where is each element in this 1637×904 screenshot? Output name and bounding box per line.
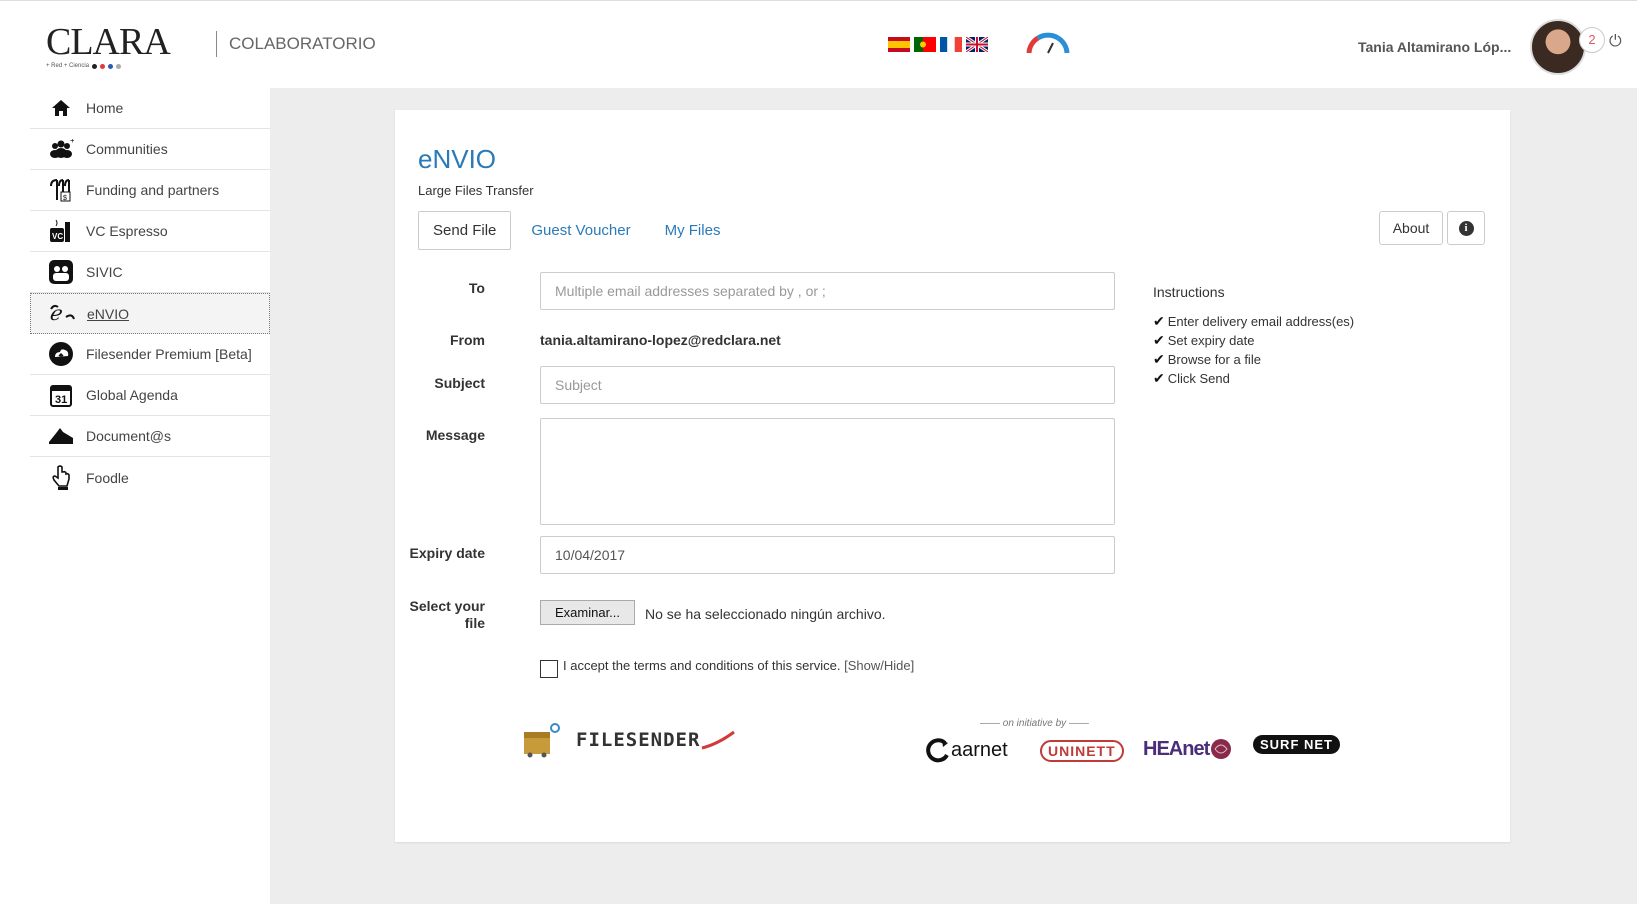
svg-text:+: + [70, 139, 74, 145]
surfnet-logo: SURF NET [1253, 735, 1340, 754]
top-header: CLARA + Red + Ciencia COLABORATORIO Tani… [0, 0, 1637, 88]
sidebar-item-foodle[interactable]: Foodle [30, 457, 270, 498]
instruction-item: ✔ Set expiry date [1153, 332, 1255, 348]
initiative-caption: —— on initiative by —— [980, 718, 1089, 729]
to-label: To [468, 280, 485, 296]
redclara-logo[interactable]: CLARA + Red + Ciencia [46, 23, 186, 73]
sidebar-item-home[interactable]: Home [30, 88, 270, 129]
instruction-item: ✔ Browse for a file [1153, 351, 1261, 367]
filesender-logo: FILESENDER [522, 722, 736, 758]
sidebar-item-envio[interactable]: ℯ eNVIO [30, 293, 270, 334]
message-textarea[interactable] [540, 418, 1115, 525]
svg-text:31: 31 [55, 394, 67, 406]
tab-guest-voucher[interactable]: Guest Voucher [517, 211, 644, 250]
calendar-icon: 31 [46, 382, 76, 408]
svg-text:$: $ [63, 195, 67, 202]
sivic-icon [46, 259, 76, 285]
sidebar-item-filesender-premium[interactable]: Filesender Premium [Beta] [30, 334, 270, 375]
filesender-box-icon [524, 723, 560, 758]
envio-panel: eNVIO Large Files Transfer Send File Gue… [395, 110, 1510, 842]
sidebar-nav: Home + Communities $ Funding and partner… [30, 88, 270, 498]
sidebar-item-documents[interactable]: Document@s [30, 416, 270, 457]
notification-badge[interactable]: 2 [1579, 27, 1605, 53]
page-title: eNVIO [418, 144, 497, 174]
check-icon: ✔ [1153, 332, 1165, 348]
hand-pointer-icon [46, 464, 76, 491]
no-file-text: No se ha seleccionado ningún archivo. [645, 606, 886, 622]
check-icon: ✔ [1153, 313, 1165, 329]
instructions-title: Instructions [1153, 284, 1225, 300]
home-icon [46, 95, 76, 121]
vc-espresso-icon: VC [46, 218, 76, 244]
svg-text:VC: VC [52, 232, 63, 241]
subject-label: Subject [434, 375, 485, 391]
spain-flag-icon[interactable] [888, 37, 910, 52]
sidebar-item-vc-espresso[interactable]: VC VC Espresso [30, 211, 270, 252]
browse-file-button[interactable]: Examinar... [540, 600, 635, 625]
logo-text: CLARA [46, 21, 171, 63]
message-label: Message [425, 427, 485, 443]
uk-flag-icon[interactable] [966, 37, 988, 52]
sidebar-item-communities[interactable]: + Communities [30, 129, 270, 170]
logo-subtext: + Red + Ciencia [46, 63, 90, 69]
user-name[interactable]: Tania Altamirano Lóp... [1358, 39, 1511, 55]
tab-my-files[interactable]: My Files [651, 211, 735, 250]
documents-icon [46, 423, 76, 449]
subject-input[interactable] [540, 366, 1115, 404]
france-flag-icon[interactable] [940, 37, 962, 52]
info-icon: i [1458, 220, 1474, 236]
sidebar-item-funding[interactable]: $ Funding and partners [30, 170, 270, 211]
filesender-icon [46, 341, 76, 367]
users-icon: + [46, 136, 76, 162]
to-input[interactable] [540, 272, 1115, 310]
terms-text: I accept the terms and conditions of thi… [563, 658, 915, 673]
instruction-item: ✔ Enter delivery email address(es) [1153, 313, 1355, 329]
portugal-flag-icon[interactable] [914, 37, 936, 52]
check-icon: ✔ [1153, 351, 1165, 367]
info-button[interactable]: i [1447, 211, 1485, 245]
from-label: From [450, 332, 485, 348]
sidebar-item-sivic[interactable]: SIVIC [30, 252, 270, 293]
brand-name: COLABORATORIO [229, 34, 376, 53]
select-file-label: Select your file [409, 598, 485, 631]
show-hide-terms-link[interactable]: [Show/Hide] [844, 658, 914, 673]
power-icon[interactable]: ⏻ [1609, 33, 1622, 51]
user-avatar[interactable] [1530, 19, 1586, 75]
expiry-date-label: Expiry date [409, 545, 485, 561]
about-button[interactable]: About [1379, 211, 1443, 245]
language-selector [888, 37, 988, 52]
brand-divider [216, 31, 217, 57]
aarnet-logo: aarnet [925, 737, 1008, 763]
speedometer-icon[interactable] [1025, 31, 1071, 58]
from-value: tania.altamirano-lopez@redclara.net [540, 332, 781, 348]
expiry-date-input[interactable] [540, 536, 1115, 574]
page-subtitle: Large Files Transfer [418, 183, 534, 198]
tab-send-file[interactable]: Send File [418, 211, 512, 250]
terms-checkbox[interactable] [540, 660, 558, 678]
tab-bar: Send File Guest Voucher My Files [418, 211, 740, 250]
envio-icon: ℯ [47, 301, 77, 327]
heanet-logo: HEAnet [1143, 737, 1233, 761]
check-icon: ✔ [1153, 370, 1165, 386]
funding-icon: $ [46, 177, 76, 203]
instructions-box: Instructions ✔ Enter delivery email addre… [1153, 284, 1354, 388]
sidebar-item-global-agenda[interactable]: 31 Global Agenda [30, 375, 270, 416]
instruction-item: ✔ Click Send [1153, 370, 1230, 386]
uninett-logo: UNINETT [1040, 740, 1124, 762]
